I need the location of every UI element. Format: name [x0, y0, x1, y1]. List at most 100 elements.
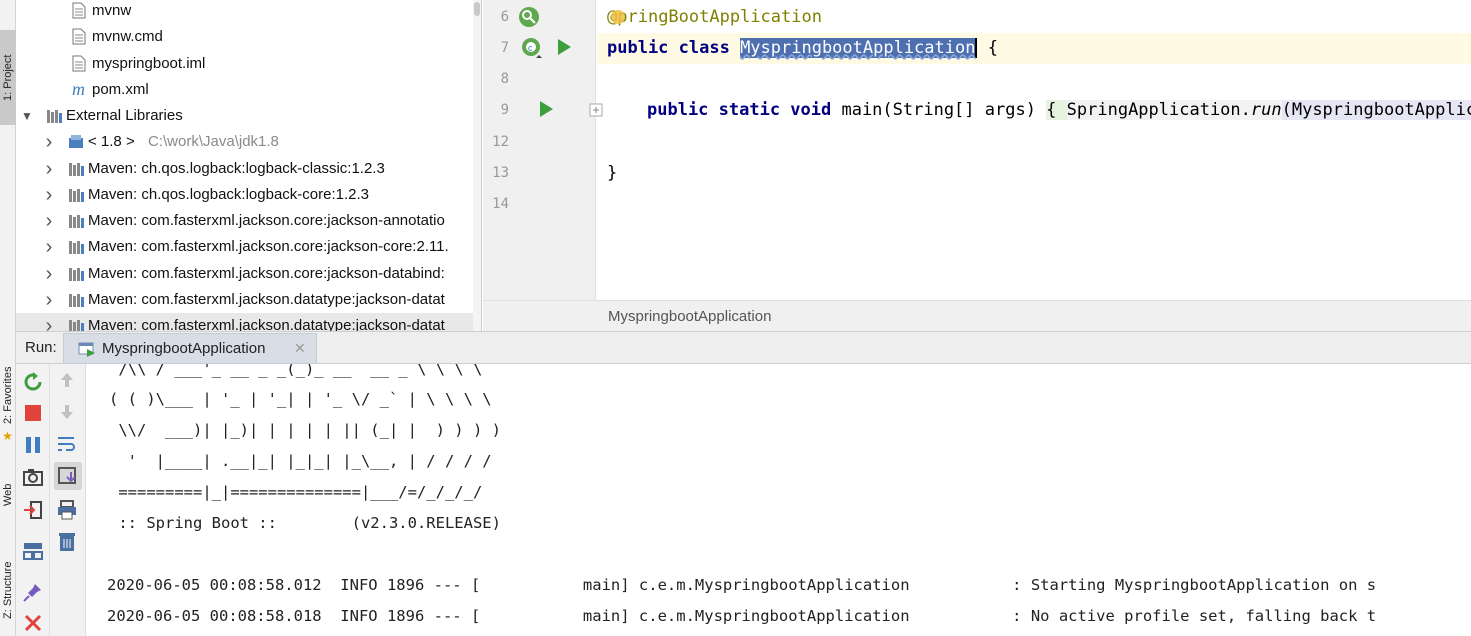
collapsed-arrow-icon[interactable]: ›: [42, 210, 56, 232]
up-arrow-icon[interactable]: [58, 371, 78, 391]
folded-call: SpringApplication.: [1066, 100, 1251, 120]
code-editor[interactable]: 6 7 8 9 12 13 14 c @pringBootApplication…: [483, 0, 1471, 331]
banner-line: /\\ / ___'_ __ _ _(_)_ __ __ _ \ \ \ \: [109, 364, 483, 378]
collapsed-arrow-icon[interactable]: ›: [42, 263, 56, 285]
exit-icon[interactable]: [23, 500, 43, 520]
line-number: 8: [500, 71, 509, 87]
line-number: 14: [492, 196, 509, 212]
collapsed-arrow-icon[interactable]: ›: [42, 131, 56, 153]
run-toolwindow-header: Run: MyspringbootApplication ✕: [16, 331, 1471, 364]
tree-item[interactable]: ▼ External Libraries: [16, 103, 481, 129]
fold-expand-icon[interactable]: [589, 103, 603, 117]
project-toolwindow-tab[interactable]: 1: Project: [0, 30, 16, 125]
tree-item-label: Maven: com.fasterxml.jackson.core:jackso…: [88, 212, 445, 229]
tree-item-label: mvnw: [92, 2, 132, 19]
close-run-icon[interactable]: [24, 614, 44, 634]
editor-gutter: 6 7 8 9 12 13 14 c: [483, 0, 603, 300]
print-icon[interactable]: [57, 500, 77, 520]
iml-file-icon: [72, 55, 88, 73]
run-method: run: [1250, 100, 1282, 120]
banner-line: =========|_|==============|___/=/_/_/_/: [109, 483, 483, 501]
clear-all-icon[interactable]: [58, 532, 78, 552]
scroll-to-end-icon: [58, 467, 76, 484]
structure-tab-label: Z: Structure: [2, 561, 14, 620]
tree-item[interactable]: › Maven: com.fasterxml.jackson.core:jacks…: [16, 261, 481, 287]
breadcrumb-class[interactable]: MyspringbootApplication: [608, 308, 771, 325]
run-main-icon[interactable]: [537, 99, 555, 119]
tree-item-label: Maven: com.fasterxml.jackson.datatype:ja…: [88, 317, 445, 331]
tree-item[interactable]: › Maven: ch.qos.logback:logback-core:1.2.…: [16, 182, 481, 208]
line-number: 12: [492, 134, 509, 150]
run-config-icon: [78, 342, 95, 357]
tree-item[interactable]: › Maven: ch.qos.logback:logback-classic:1…: [16, 156, 481, 182]
maven-icon: m: [72, 79, 85, 99]
tree-item[interactable]: › Maven: com.fasterxml.jackson.core:jacks…: [16, 208, 481, 234]
tree-item[interactable]: m pom.xml: [16, 77, 481, 103]
run-class-icon[interactable]: [555, 37, 573, 57]
banner-line: :: Spring Boot :: (v2.3.0.RELEASE): [109, 514, 501, 532]
selected-class-name[interactable]: MyspringbootApplication: [740, 38, 978, 58]
collapsed-arrow-icon[interactable]: ›: [42, 289, 56, 311]
library-icon: [68, 265, 84, 283]
library-icon: [68, 291, 84, 309]
pause-icon[interactable]: [24, 436, 44, 456]
favorites-star-icon: ★: [2, 429, 13, 443]
close-icon[interactable]: ✕: [294, 340, 306, 357]
code-line-7: public class MyspringbootApplication {: [607, 38, 998, 58]
run-toolbar-secondary: [50, 364, 86, 636]
tree-item[interactable]: mvnw: [16, 0, 481, 24]
pin-icon[interactable]: [23, 582, 43, 602]
spring-bean-icon[interactable]: [517, 5, 541, 29]
web-tab-label: Web: [2, 483, 14, 507]
tree-item[interactable]: myspringboot.iml: [16, 51, 481, 77]
tree-item[interactable]: mvnw.cmd: [16, 24, 481, 50]
code-line-9: public static void main(String[] args) {…: [647, 100, 1471, 120]
tree-item-label: Maven: ch.qos.logback:logback-core:1.2.3: [88, 186, 369, 203]
expanded-arrow-icon[interactable]: ▼: [20, 109, 34, 123]
run-config-tab[interactable]: MyspringbootApplication ✕: [63, 333, 317, 364]
collapsed-arrow-icon[interactable]: ›: [42, 184, 56, 206]
console-output[interactable]: /\\ / ___'_ __ _ _(_)_ __ __ _ \ \ \ \ ( …: [87, 364, 1471, 636]
dump-threads-icon[interactable]: [23, 468, 43, 488]
class-bean-icon[interactable]: c: [517, 36, 543, 62]
keyword-public-class: public class: [607, 38, 741, 58]
scroll-to-end-toggle[interactable]: [54, 462, 82, 490]
collapsed-arrow-icon[interactable]: ›: [42, 236, 56, 258]
tree-item[interactable]: › Maven: com.fasterxml.jackson.core:jacks…: [16, 234, 481, 260]
web-toolwindow-tab[interactable]: Web: [0, 465, 16, 525]
rerun-icon[interactable]: [23, 372, 43, 392]
tree-item[interactable]: › Maven: com.fasterxml.jackson.datatype:j…: [16, 287, 481, 313]
line-number: 13: [492, 165, 509, 181]
structure-toolwindow-tab[interactable]: Z: Structure: [0, 548, 16, 633]
editor-breadcrumb[interactable]: MyspringbootApplication: [483, 300, 1471, 331]
log-line: 2020-06-05 00:08:58.012 INFO 1896 --- [ …: [107, 576, 1377, 594]
tree-item-label: myspringboot.iml: [92, 55, 206, 72]
tree-scrollbar[interactable]: [473, 0, 481, 331]
tree-item[interactable]: › < 1.8 > C:\work\Java\jdk1.8: [16, 129, 481, 155]
svg-text:c: c: [528, 43, 533, 53]
line-number: 6: [500, 9, 509, 25]
tree-item-label: mvnw.cmd: [92, 28, 163, 45]
tree-item-label: Maven: ch.qos.logback:logback-classic:1.…: [88, 160, 385, 177]
run-label: Run:: [25, 339, 57, 356]
tree-item[interactable]: › Maven: com.fasterxml.jackson.datatype:j…: [16, 313, 481, 332]
library-icon: [68, 212, 84, 230]
file-icon: [72, 2, 88, 20]
library-icon: [68, 317, 84, 331]
layout-icon[interactable]: [23, 542, 43, 562]
library-icon: [68, 160, 84, 178]
soft-wrap-icon[interactable]: [57, 435, 77, 455]
project-tree: mvnw mvnw.cmd myspringboot.iml m pom.xml ▼ Ext…: [16, 0, 482, 331]
project-tab-label: 1: Project: [2, 54, 14, 101]
line-number: 9: [500, 102, 509, 118]
collapsed-arrow-icon[interactable]: ›: [42, 315, 56, 332]
tree-scrollbar-thumb[interactable]: [474, 2, 480, 16]
folded-brace[interactable]: {: [1046, 100, 1067, 120]
collapsed-arrow-icon[interactable]: ›: [42, 158, 56, 180]
stop-icon[interactable]: [24, 404, 44, 424]
library-icon: [68, 238, 84, 256]
favorites-tab-label: 2: Favorites: [2, 366, 14, 424]
run-argument: (MyspringbootApplic: [1281, 100, 1471, 120]
code-line-13: }: [607, 163, 618, 183]
down-arrow-icon[interactable]: [58, 403, 78, 423]
